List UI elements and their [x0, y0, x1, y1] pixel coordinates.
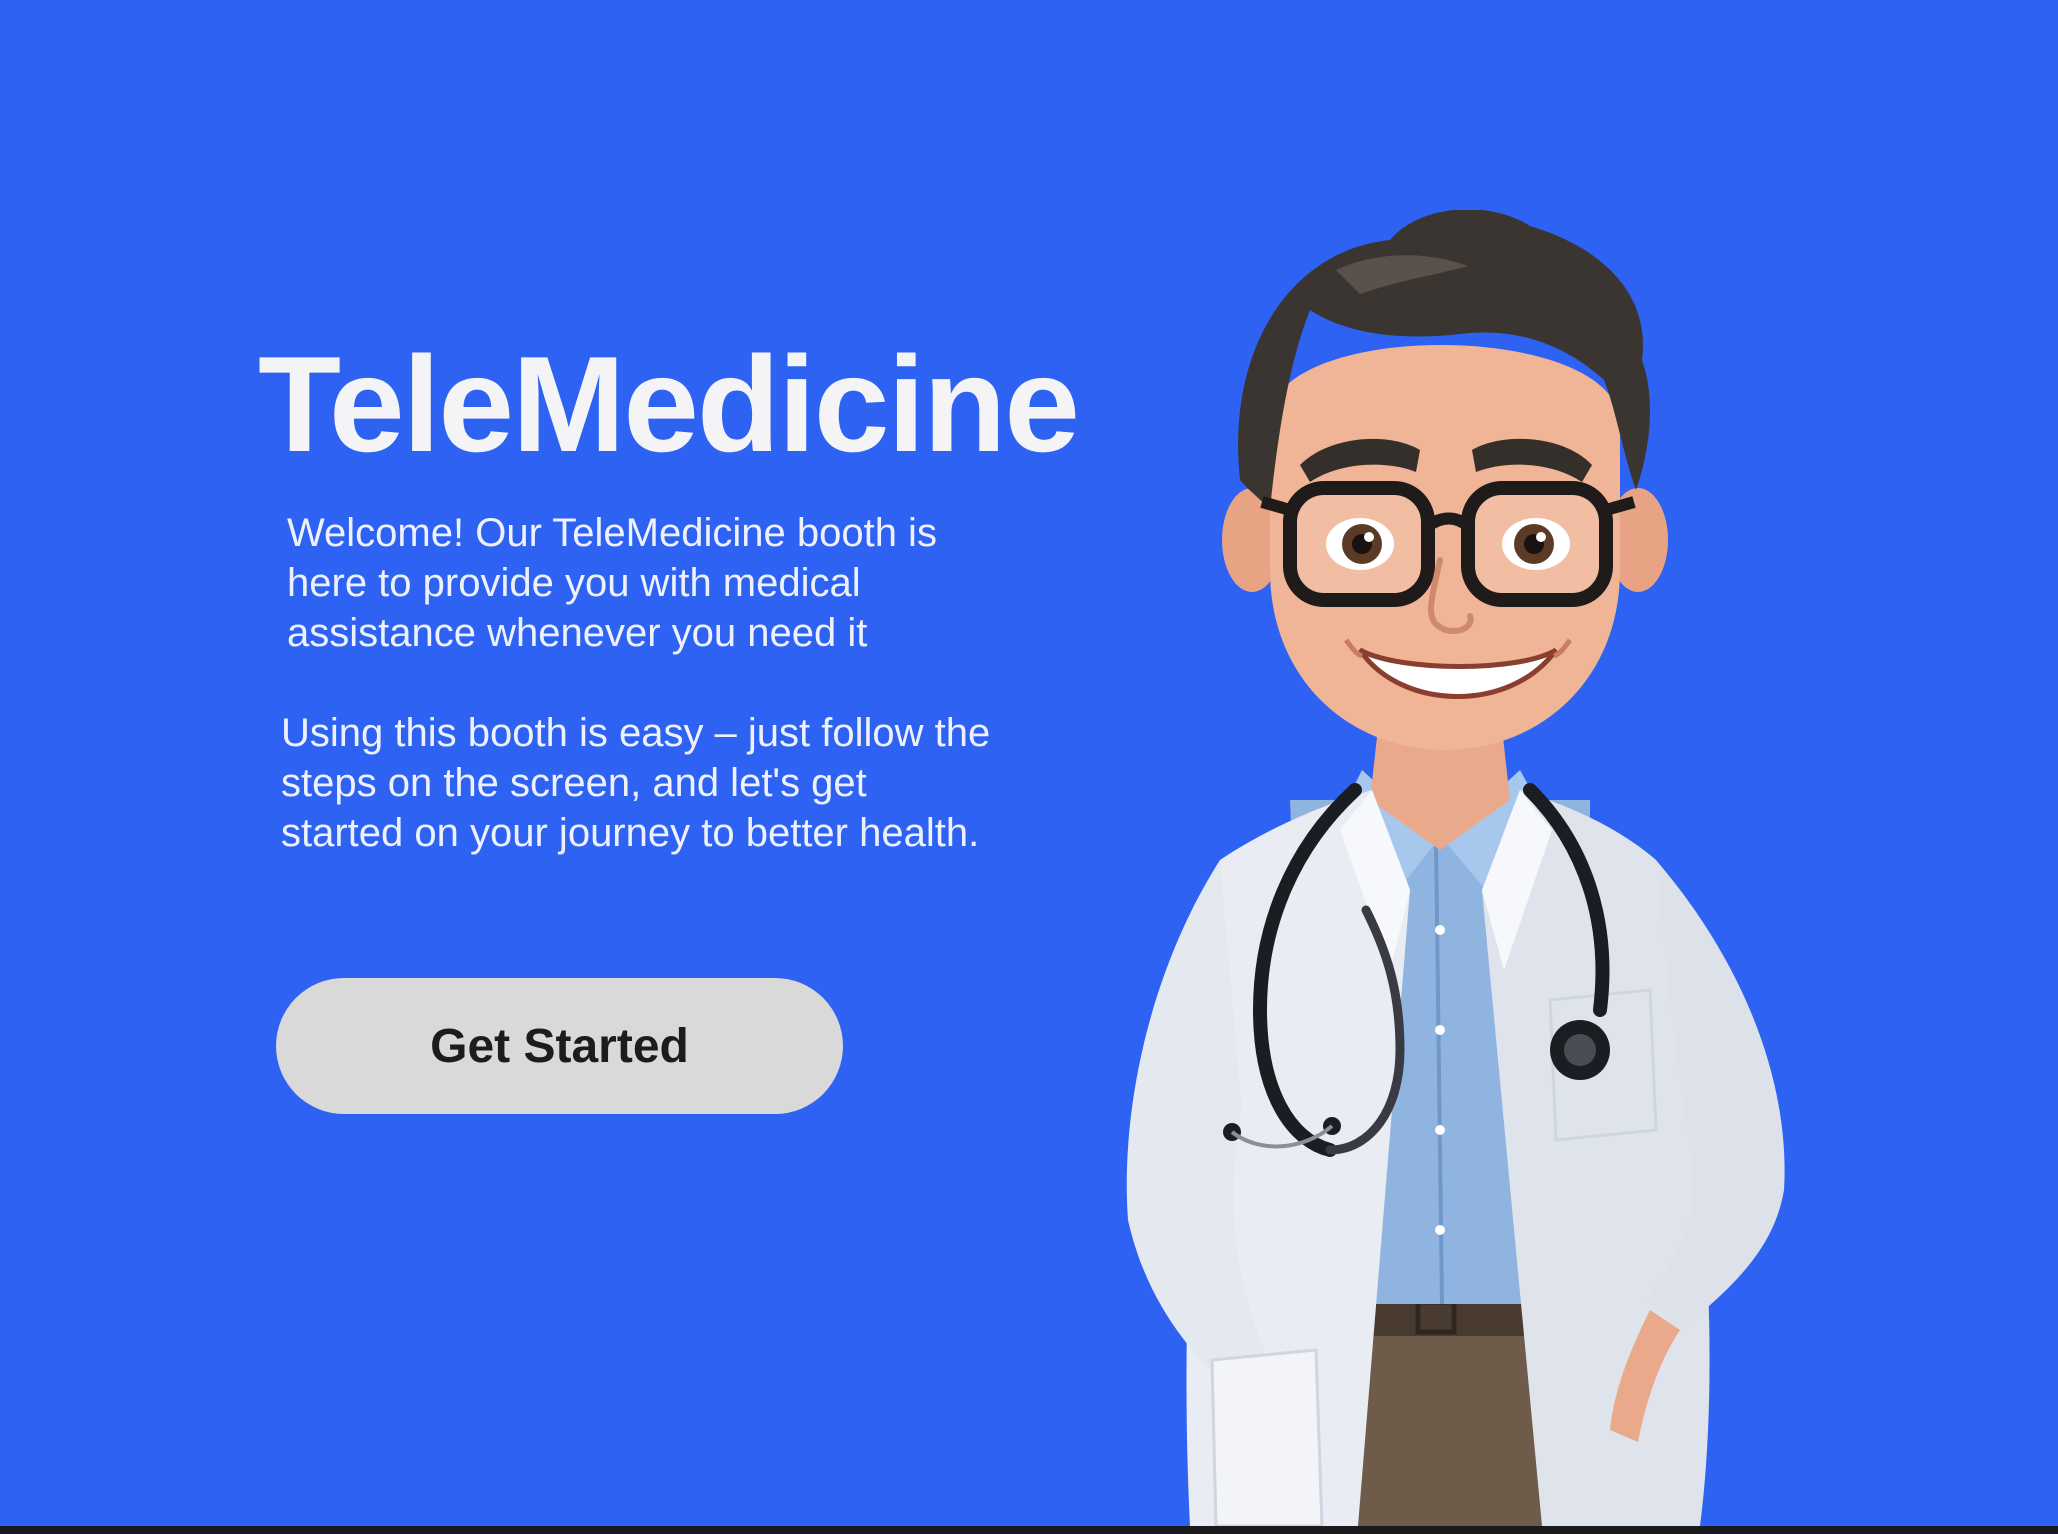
- page-title: TeleMedicine: [258, 328, 1080, 480]
- welcome-screen: TeleMedicine Welcome! Our TeleMedicine b…: [0, 0, 2058, 1526]
- bottom-bar: [0, 1526, 2058, 1534]
- get-started-button[interactable]: Get Started: [276, 978, 843, 1114]
- doctor-illustration: [1126, 210, 1785, 1526]
- instructions-text: Using this booth is easy – just follow t…: [281, 711, 991, 855]
- welcome-text: Welcome! Our TeleMedicine booth is here …: [287, 511, 937, 655]
